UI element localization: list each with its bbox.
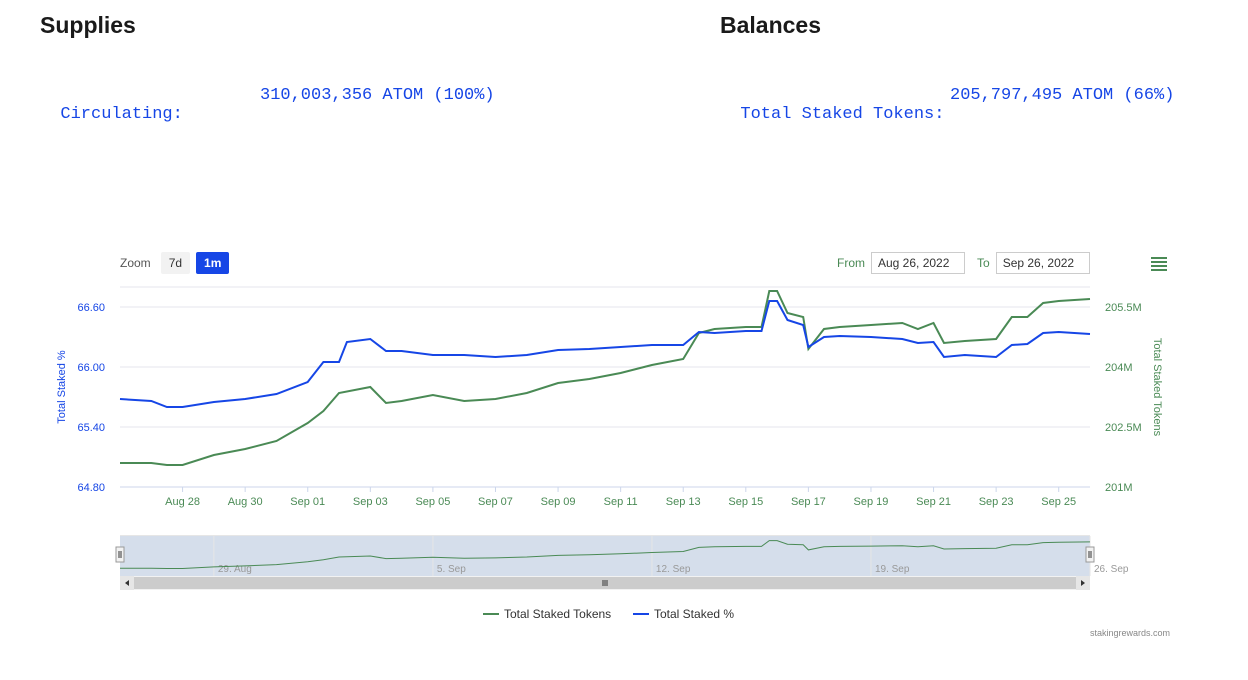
- range-to: To: [977, 252, 1090, 274]
- series-line-total-staked-tokens: [120, 290, 1091, 466]
- x-tick-label: Sep 07: [478, 496, 513, 508]
- y-right-tick-label: 204M: [1105, 362, 1133, 374]
- y-left-tick-label: 64.80: [77, 482, 105, 494]
- x-tick-label: Sep 09: [541, 496, 576, 508]
- navigator-tick-label: 5. Sep: [437, 564, 466, 575]
- x-tick-label: Sep 23: [979, 496, 1014, 508]
- x-tick-label: Sep 11: [604, 496, 638, 508]
- y-left-axis-title: Total Staked %: [56, 350, 68, 424]
- navigator-tick-label: 26. Sep: [1094, 564, 1129, 575]
- y-right-tick-label: 201M: [1105, 482, 1133, 494]
- y-right-tick-label: 202.5M: [1105, 422, 1142, 434]
- credit-text: stakingrewards.com: [1089, 628, 1170, 638]
- y-left-tick-label: 66.60: [77, 302, 105, 314]
- navigator-tick-label: 19. Sep: [875, 564, 910, 575]
- x-tick-label: Sep 19: [854, 496, 889, 508]
- x-tick-label: Sep 17: [791, 496, 826, 508]
- from-label: From: [837, 256, 865, 270]
- zoom-controls: Zoom 7d 1m: [120, 252, 230, 274]
- to-date-input[interactable]: [995, 252, 1090, 274]
- x-tick-label: Sep 15: [728, 496, 763, 508]
- x-tick-label: Sep 03: [353, 496, 388, 508]
- legend-item-total-staked-percent[interactable]: Total Staked %: [654, 607, 734, 621]
- to-label: To: [977, 256, 990, 270]
- series-line-total-staked-percent: [119, 300, 1091, 408]
- handle-body: [1085, 546, 1095, 563]
- from-date-input[interactable]: [871, 252, 965, 274]
- navigator-handle-right[interactable]: [1085, 546, 1095, 563]
- zoom-7d-button[interactable]: 7d: [160, 252, 191, 274]
- x-tick-label: Sep 13: [666, 496, 701, 508]
- zoom-1m-button[interactable]: 1m: [196, 252, 230, 274]
- handle-body: [115, 546, 125, 563]
- y-left-tick-label: 66.00: [77, 362, 105, 374]
- x-tick-label: Aug 30: [228, 496, 263, 508]
- y-right-tick-label: 205.5M: [1105, 302, 1142, 314]
- y-left-tick-label: 65.40: [77, 422, 105, 434]
- navigator-tick-label: 12. Sep: [656, 564, 691, 575]
- zoom-label: Zoom: [120, 256, 151, 270]
- range-from: From: [837, 252, 965, 274]
- navigator-selection: [120, 536, 1090, 576]
- x-tick-label: Sep 01: [290, 496, 325, 508]
- x-tick-label: Sep 05: [415, 496, 450, 508]
- x-tick-label: Aug 28: [165, 496, 200, 508]
- x-tick-label: Sep 21: [916, 496, 951, 508]
- navigator-scrollbar[interactable]: [120, 576, 1090, 590]
- x-tick-label: Sep 25: [1041, 496, 1076, 508]
- navigator-handle-left[interactable]: [115, 546, 125, 563]
- hamburger-menu-icon[interactable]: [1151, 257, 1167, 271]
- y-right-axis-title: Total Staked Tokens: [1151, 338, 1163, 437]
- legend-item-total-staked-tokens[interactable]: Total Staked Tokens: [504, 607, 611, 621]
- staking-chart: 64.80 65.40 66.00 66.60 201M 202.5M 204M 205.5M…: [56, 286, 1163, 621]
